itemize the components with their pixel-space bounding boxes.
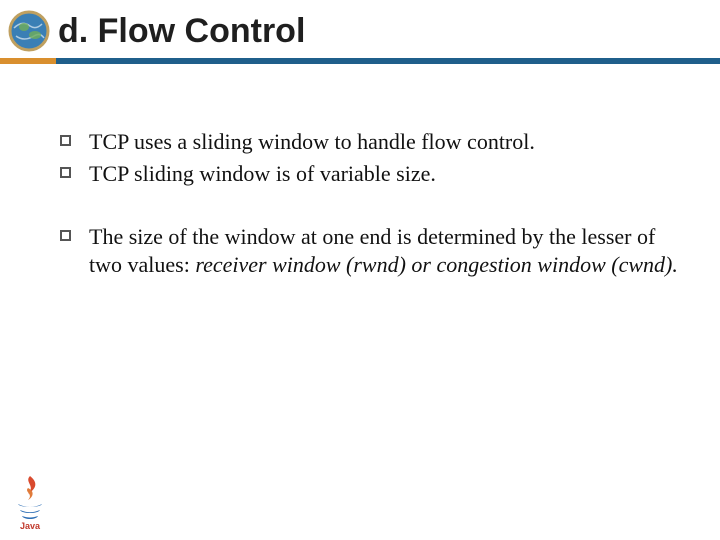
bullet-group-1: TCP uses a sliding window to handle flow…: [60, 128, 680, 187]
bullet-text: The size of the window at one end is det…: [89, 223, 680, 278]
square-bullet-icon: [60, 167, 71, 178]
underline-main: [56, 58, 720, 64]
slide: d. Flow Control TCP uses a sliding windo…: [0, 0, 720, 540]
bullet-text: TCP uses a sliding window to handle flow…: [89, 128, 680, 156]
list-item: TCP uses a sliding window to handle flow…: [60, 128, 680, 156]
list-item: The size of the window at one end is det…: [60, 223, 680, 278]
globe-icon: [8, 10, 50, 52]
svg-text:Java: Java: [20, 521, 41, 530]
bullet-group-2: The size of the window at one end is det…: [60, 223, 680, 278]
slide-content: TCP uses a sliding window to handle flow…: [0, 64, 720, 278]
slide-header: d. Flow Control: [0, 0, 720, 64]
list-item: TCP sliding window is of variable size.: [60, 160, 680, 188]
bullet-text: TCP sliding window is of variable size.: [89, 160, 680, 188]
square-bullet-icon: [60, 230, 71, 241]
title-underline: [0, 58, 720, 64]
bullet-text-italic: receiver window (rwnd) or congestion win…: [195, 252, 678, 277]
square-bullet-icon: [60, 135, 71, 146]
java-logo-icon: Java: [10, 474, 50, 530]
title-row: d. Flow Control: [0, 10, 720, 52]
slide-title: d. Flow Control: [58, 12, 305, 51]
underline-accent: [0, 58, 56, 64]
